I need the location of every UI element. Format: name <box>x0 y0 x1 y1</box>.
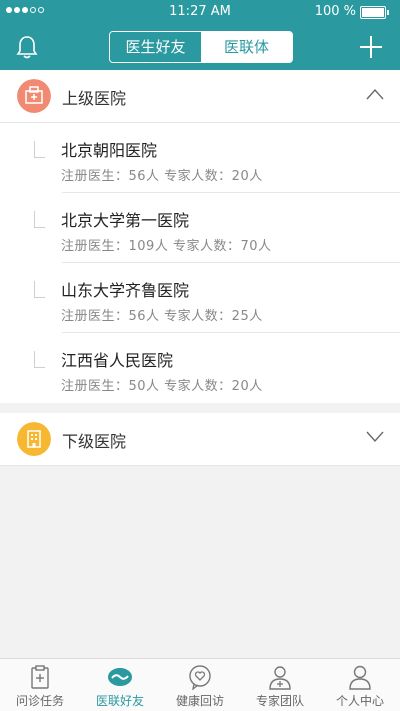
tab-label: 专家团队 <box>255 694 304 708</box>
tab-personal-center[interactable]: 个人中心 <box>320 659 400 711</box>
doctor-icon <box>269 666 291 690</box>
bell-icon[interactable] <box>14 34 40 60</box>
chevron-down-icon[interactable] <box>366 431 384 443</box>
list-item[interactable]: 江西省人民医院 注册医生：50人 专家人数：20人 <box>0 333 400 403</box>
hospital-icon <box>17 79 51 113</box>
list-item[interactable]: 北京大学第一医院 注册医生：109人 专家人数：70人 <box>0 193 400 263</box>
tab-label: 医联好友 <box>95 694 144 708</box>
tab-alliance-friends[interactable]: 医联好友 <box>80 659 160 711</box>
hospital-name: 山东大学齐鲁医院 <box>61 281 190 300</box>
battery-percent: 100 % <box>314 4 356 19</box>
tab-label: 个人中心 <box>335 694 384 708</box>
chevron-up-icon[interactable] <box>366 88 384 100</box>
list-item[interactable]: 山东大学齐鲁医院 注册医生：56人 专家人数：25人 <box>0 263 400 333</box>
upper-section-header[interactable]: 上级医院 <box>0 70 400 123</box>
hospital-stats: 注册医生：50人 专家人数：20人 <box>61 379 263 394</box>
tab-label: 健康回访 <box>175 694 224 708</box>
tree-connector <box>34 211 45 228</box>
tree-connector <box>34 281 45 298</box>
hospital-stats: 注册医生：56人 专家人数：25人 <box>61 309 263 324</box>
tab-consult-tasks[interactable]: 问诊任务 <box>0 659 80 711</box>
hospital-name: 北京朝阳医院 <box>61 141 158 160</box>
handshake-icon <box>108 668 132 686</box>
tab-label: 问诊任务 <box>15 694 64 708</box>
tree-connector <box>34 141 45 158</box>
clipboard-icon <box>31 665 49 689</box>
person-icon <box>349 665 371 690</box>
tab-expert-team[interactable]: 专家团队 <box>240 659 320 711</box>
list-item[interactable]: 北京朝阳医院 注册医生：56人 专家人数：20人 <box>0 123 400 193</box>
status-bar: 11:27 AM 100 % <box>0 0 400 24</box>
heart-chat-icon <box>189 665 211 690</box>
lower-section-header[interactable]: 下级医院 <box>0 413 400 466</box>
section-title: 下级医院 <box>62 432 127 451</box>
tree-connector <box>34 351 45 368</box>
tab-doctor-friends[interactable]: 医生好友 <box>110 32 201 62</box>
hospital-stats: 注册医生：56人 专家人数：20人 <box>61 169 263 184</box>
hospital-name: 江西省人民医院 <box>61 351 174 370</box>
nav-bar: 医生好友 医联体 <box>0 24 400 70</box>
hospital-stats: 注册医生：109人 专家人数：70人 <box>61 239 272 254</box>
plus-icon[interactable] <box>358 34 384 60</box>
tab-medical-alliance[interactable]: 医联体 <box>201 32 292 62</box>
tab-health-followup[interactable]: 健康回访 <box>160 659 240 711</box>
building-icon <box>17 422 51 456</box>
lower-hospitals-section: 下级医院 <box>0 413 400 466</box>
segmented-control: 医生好友 医联体 <box>109 31 293 63</box>
bottom-tab-bar: 问诊任务 医联好友 健康回访 专家团队 个人中心 <box>0 658 400 711</box>
upper-hospitals-section: 上级医院 北京朝阳医院 注册医生：56人 专家人数：20人 北京大学第一医院 注… <box>0 70 400 403</box>
hospital-name: 北京大学第一医院 <box>61 211 190 230</box>
battery-icon <box>360 6 389 19</box>
section-title: 上级医院 <box>62 89 127 108</box>
